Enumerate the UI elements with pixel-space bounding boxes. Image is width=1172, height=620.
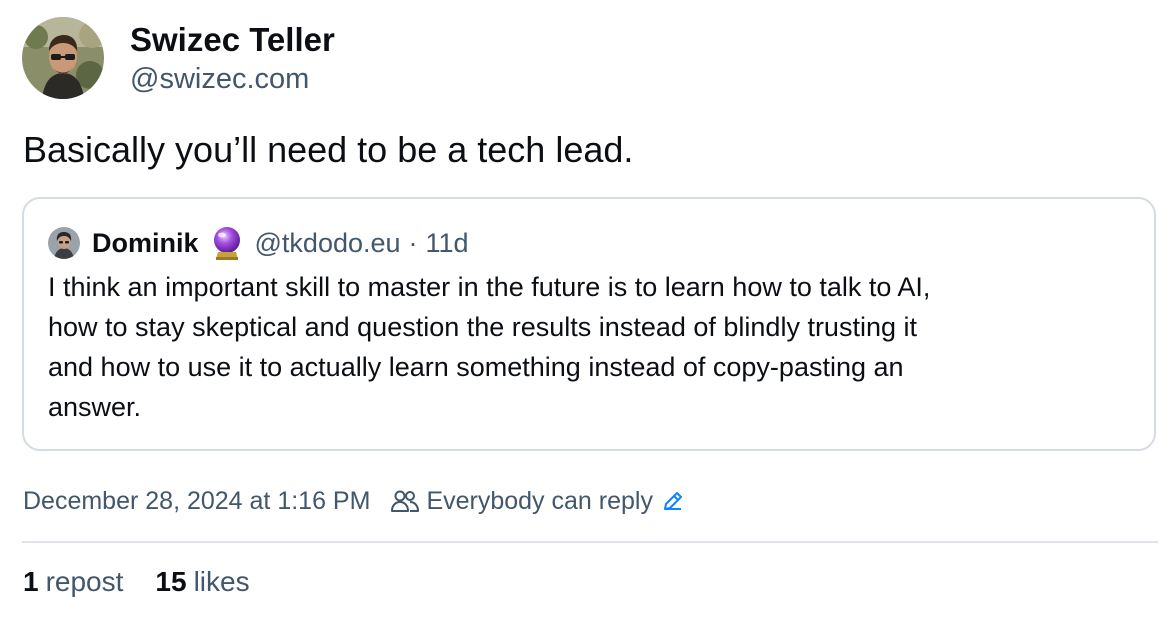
reply-setting-button[interactable]: Everybody can reply — [390, 487, 685, 516]
divider — [22, 541, 1158, 543]
quoted-post-age[interactable]: 11d — [426, 228, 469, 259]
quoted-post-text-line: I think an important skill to master in … — [48, 272, 931, 302]
post-text: Basically you’ll need to be a tech lead. — [23, 129, 634, 170]
reply-setting-label: Everybody can reply — [426, 486, 653, 515]
post-meta: December 28, 2024 at 1:16 PM Everybody c… — [23, 483, 685, 519]
people-icon — [390, 488, 420, 514]
quoted-author-name[interactable]: Dominik — [92, 228, 199, 259]
author-handle[interactable]: @swizec.com — [130, 60, 309, 98]
quoted-post-header: Dominik @tkdodo.eu · 11d — [48, 225, 469, 261]
crystal-ball-icon — [211, 226, 243, 260]
likes-stat[interactable]: 15 likes — [155, 566, 249, 598]
author-display-name[interactable]: Swizec Teller — [130, 20, 335, 60]
author-avatar[interactable] — [22, 17, 104, 99]
quoted-author-avatar[interactable] — [48, 227, 80, 259]
quoted-post-text-line: and how to use it to actually learn some… — [48, 352, 904, 382]
post-stats: 1 repost 15 likes — [23, 562, 250, 602]
quoted-post-text: I think an important skill to master in … — [48, 267, 1128, 427]
reposts-stat[interactable]: 1 repost — [23, 566, 123, 598]
quoted-post-text-line: answer. — [48, 392, 142, 422]
pencil-icon[interactable] — [661, 489, 685, 513]
likes-label: likes — [193, 566, 250, 597]
quoted-post-card[interactable]: Dominik @tkdodo.eu · 11d I think an impo… — [22, 197, 1156, 451]
reposts-count: 1 — [23, 566, 39, 597]
quoted-post-text-line: how to stay skeptical and question the r… — [48, 312, 917, 342]
post-timestamp: December 28, 2024 at 1:16 PM — [23, 486, 371, 515]
quoted-post-separator: · — [408, 227, 418, 258]
reposts-label: repost — [45, 566, 124, 597]
likes-count: 15 — [155, 566, 187, 597]
quoted-author-handle[interactable]: @tkdodo.eu — [255, 228, 401, 259]
